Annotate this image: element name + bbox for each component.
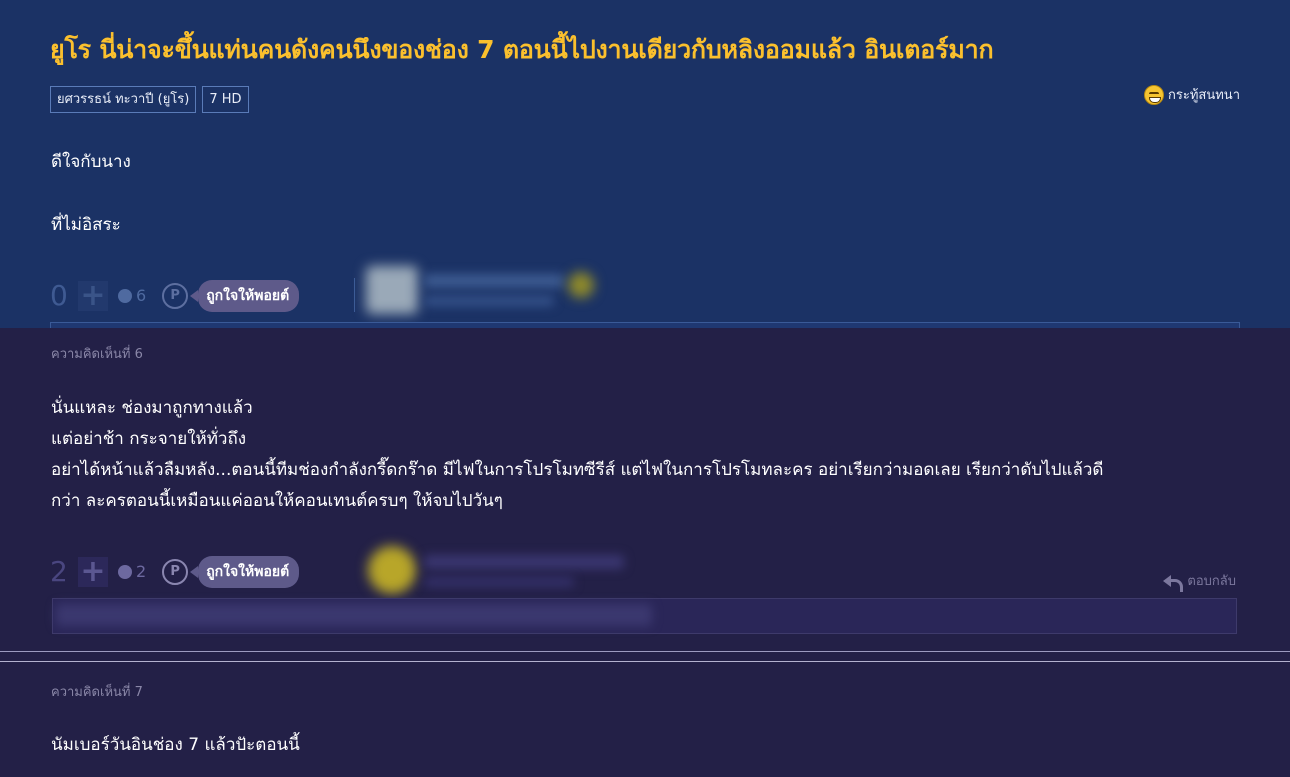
comment-reaction-bar: 2 + 2 P ถูกใจให้พอยต์ — [50, 553, 300, 589]
give-point-button[interactable]: ถูกใจให้พอยต์ — [190, 555, 300, 588]
author-name-blurred — [424, 555, 624, 569]
author-meta-blurred — [424, 577, 574, 587]
emotion-counter[interactable]: 6 — [118, 286, 146, 305]
give-point[interactable]: P ถูกใจให้พอยต์ — [162, 279, 300, 312]
point-icon: P — [162, 282, 189, 309]
topic-body-line-2: ที่ไม่อิสระ — [51, 215, 121, 235]
point-icon: P — [162, 558, 189, 585]
comment-label: ความคิดเห็นที่ 7 — [51, 685, 143, 700]
emotion-icon — [118, 564, 132, 579]
comment-line-1: นั่นแหละ ช่องมาถูกทางแล้ว — [51, 398, 253, 418]
plus-icon: + — [80, 277, 106, 313]
reply-button[interactable]: ตอบกลับ — [1163, 570, 1236, 592]
upvote-button[interactable]: + — [78, 553, 108, 589]
reply-label: ตอบกลับ — [1187, 574, 1236, 589]
topic-kind: กระทู้สนทนา — [1144, 84, 1240, 105]
topic-panel: ยูโร นี่น่าจะขึ้นแท่นคนดังคนนึงของช่อง 7… — [0, 0, 1290, 328]
topic-reaction-bar: 0 + 6 P ถูกใจให้พอยต์ — [50, 277, 300, 313]
tag-channel[interactable]: 7 HD — [202, 86, 249, 113]
emotion-count: 6 — [136, 286, 147, 305]
topic-title: ยูโร นี่น่าจะขึ้นแท่นคนดังคนนึงของช่อง 7… — [50, 35, 994, 64]
comment-line-1: นัมเบอร์วันอินช่อง 7 แล้วปัะตอนนี้ — [51, 735, 300, 755]
sub-reply-text-blurred — [56, 604, 652, 626]
give-point-button[interactable]: ถูกใจให้พอยต์ — [190, 279, 300, 312]
give-point[interactable]: P ถูกใจให้พอยต์ — [162, 555, 300, 588]
comment-line-3: อย่าได้หน้าแล้วลืมหลัง...ตอนนี้ทีมช่องกำ… — [51, 460, 1104, 480]
tag-person[interactable]: ยศวรรธน์ ทะวาปี (ยูโร) — [50, 86, 197, 113]
emotion-counter[interactable]: 2 — [118, 562, 146, 581]
topic-body-line-1: ดีใจกับนาง — [51, 152, 131, 172]
comment-line-4: กว่า ละครตอนนี้เหมือนแค่ออนให้คอนเทนต์คร… — [51, 491, 503, 511]
comment-divider — [0, 661, 1290, 662]
reply-arrow-icon — [1163, 574, 1184, 592]
author-avatar[interactable] — [366, 266, 418, 314]
comment-label: ความคิดเห็นที่ 6 — [51, 347, 143, 362]
laugh-emoji-icon — [1144, 84, 1165, 105]
author-avatar[interactable] — [368, 546, 416, 594]
author-name-blurred — [424, 274, 564, 288]
author-meta-blurred — [424, 296, 554, 306]
vote-count: 0 — [50, 279, 68, 312]
emotion-count: 2 — [136, 562, 147, 581]
plus-icon: + — [80, 553, 106, 589]
comment-divider — [0, 651, 1290, 652]
topic-kind-label: กระทู้สนทนา — [1168, 88, 1240, 103]
author-badge — [568, 272, 594, 298]
emotion-icon — [118, 288, 132, 303]
vote-count: 2 — [50, 555, 68, 588]
topic-tags: ยศวรรธน์ ทะวาปี (ยูโร) 7 HD — [50, 86, 249, 113]
divider-vertical — [354, 278, 355, 312]
upvote-button[interactable]: + — [78, 277, 108, 313]
comment-line-2: แต่อย่าช้า กระจายให้ทั่วถึง — [51, 429, 247, 449]
